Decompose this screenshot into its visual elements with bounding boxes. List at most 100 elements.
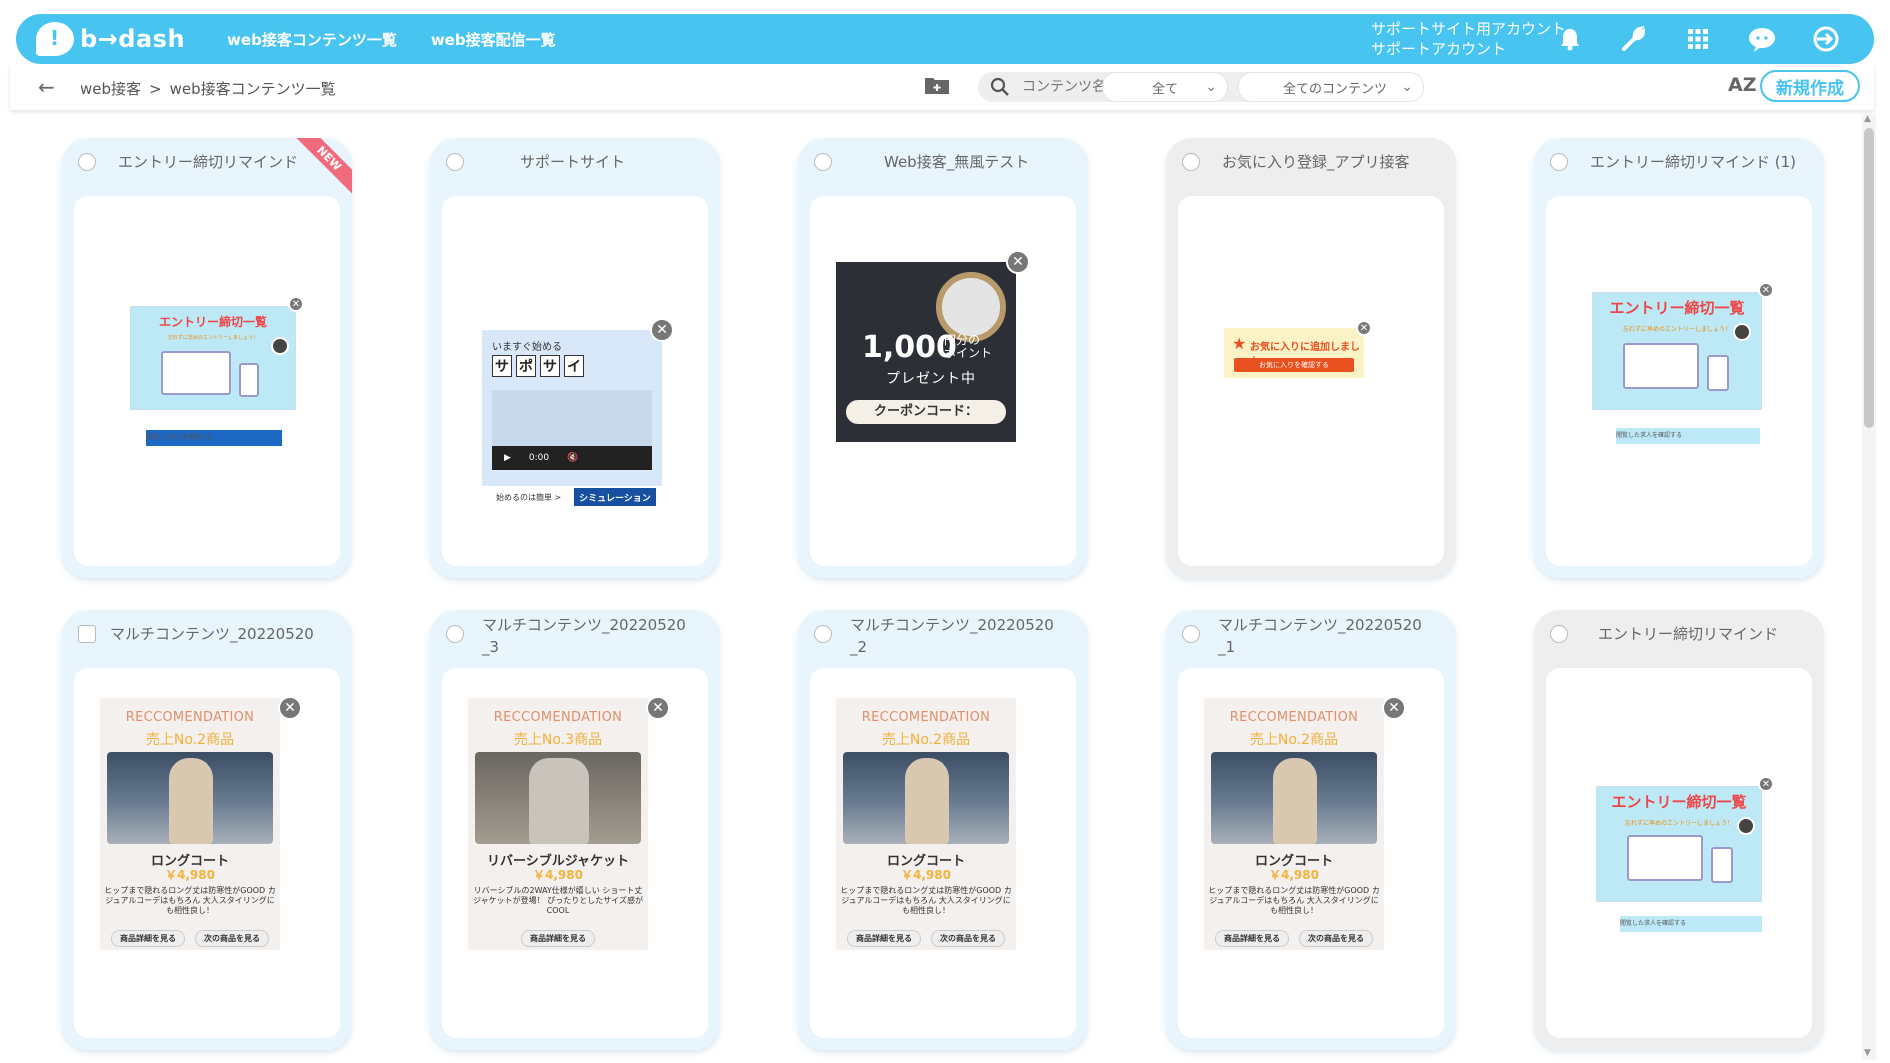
content-preview[interactable]: RECCOMENDATION 売上No.2商品 ロングコート ￥4,980 ヒッ… [810, 668, 1076, 1038]
account-info[interactable]: サポートサイト用アカウント サポートアカウント [1371, 19, 1566, 59]
play-icon: ▶ [504, 453, 511, 463]
close-icon[interactable]: ✕ [1006, 250, 1030, 274]
content-preview[interactable]: 1,000 円分の ポイント プレゼント中 クーポンコード： ✕ [810, 196, 1076, 566]
apps-grid-icon[interactable] [1680, 21, 1716, 57]
multi-content-icon[interactable] [78, 625, 96, 643]
close-icon[interactable]: ✕ [650, 318, 674, 342]
content-card[interactable]: マルチコンテンツ_20220520 RECCOMENDATION 売上No.2商… [62, 610, 352, 1050]
rec-detail-button: 商品詳細を見る [111, 930, 185, 947]
card-checkbox[interactable] [1182, 153, 1200, 171]
sort-az-button[interactable]: AZ [1728, 74, 1756, 96]
content-card[interactable]: マルチコンテンツ_20220520 _1 RECCOMENDATION 売上No.… [1166, 610, 1456, 1050]
content-card[interactable]: お気に入り登録_アプリ接客 ★ お気に入りに追加しました お気に入りを確認する … [1166, 138, 1456, 578]
support-foot-right: シミュレーション [574, 488, 656, 506]
card-checkbox[interactable] [1550, 625, 1568, 643]
card-checkbox[interactable] [814, 153, 832, 171]
add-folder-icon[interactable] [924, 75, 950, 95]
rec-detail-button: 商品詳細を見る [1215, 930, 1289, 947]
breadcrumb-current: web接客コンテンツ一覧 [169, 80, 336, 98]
card-title: Web接客_無風テスト [884, 153, 1030, 171]
close-icon[interactable]: ✕ [1758, 776, 1774, 792]
content-preview[interactable]: エントリー締切一覧 忘れずに早めのエントリーしましょう！ ✕ 閲覧した求人を確認… [1546, 196, 1812, 566]
scroll-up-arrow-icon[interactable]: ▲ [1864, 114, 1871, 124]
close-icon[interactable]: ✕ [1356, 320, 1372, 336]
laptop-illustration [1623, 343, 1699, 389]
card-title: エントリー締切リマインド [1598, 625, 1779, 643]
close-icon[interactable]: ✕ [1758, 282, 1774, 298]
logo[interactable]: b→dash [36, 22, 185, 56]
card-checkbox[interactable] [814, 625, 832, 643]
nav-contents-list[interactable]: web接客コンテンツ一覧 [227, 29, 397, 50]
card-checkbox[interactable] [1182, 625, 1200, 643]
rec-detail-button: 商品詳細を見る [521, 930, 595, 947]
rec-heading: RECCOMENDATION [493, 710, 623, 725]
coupon-present: プレゼント中 [886, 371, 976, 387]
content-preview[interactable]: エントリー締切一覧 忘れずに早めのエントリーしましょう！ ✕ 閲覧した求人を確認… [74, 196, 340, 566]
content-card[interactable]: マルチコンテンツ_20220520 _3 RECCOMENDATION 売上No.… [430, 610, 720, 1050]
card-checkbox[interactable] [446, 153, 464, 171]
nav-delivery-list[interactable]: web接客配信一覧 [431, 29, 556, 50]
content-card[interactable]: エントリー締切リマインド NEW エントリー締切一覧 忘れずに早めのエントリーし… [62, 138, 352, 578]
content-card[interactable]: エントリー締切リマインド (1) エントリー締切一覧 忘れずに早めのエントリーし… [1534, 138, 1824, 578]
wrench-icon[interactable] [1616, 21, 1652, 57]
create-new-button[interactable]: 新規作成 [1760, 70, 1860, 102]
scroll-down-arrow-icon[interactable]: ▼ [1864, 1048, 1871, 1058]
content-preview[interactable]: RECCOMENDATION 売上No.2商品 ロングコート ￥4,980 ヒッ… [74, 668, 340, 1038]
support-char: ポ [516, 355, 536, 377]
close-icon[interactable]: ✕ [278, 696, 302, 720]
favorite-banner-button: お気に入りを確認する [1234, 358, 1354, 372]
card-checkbox[interactable] [446, 625, 464, 643]
close-icon[interactable]: ✕ [646, 696, 670, 720]
product-price: ￥4,980 [165, 868, 215, 882]
product-price: ￥4,980 [1269, 868, 1319, 882]
chat-bubble-icon[interactable] [1744, 21, 1780, 57]
card-checkbox[interactable] [78, 153, 96, 171]
content-preview[interactable]: RECCOMENDATION 売上No.3商品 リバーシブルジャケット ￥4,9… [442, 668, 708, 1038]
search-icon [990, 77, 1009, 96]
card-title: マルチコンテンツ_20220520 _3 [482, 616, 686, 656]
vertical-scrollbar[interactable]: ▲ ▼ [1862, 114, 1876, 1060]
logout-icon[interactable] [1808, 21, 1844, 57]
close-icon[interactable]: ✕ [1382, 696, 1406, 720]
phone-illustration [1707, 355, 1729, 391]
back-arrow-icon[interactable]: ← [38, 75, 55, 99]
card-checkbox[interactable] [1550, 153, 1568, 171]
toolbar: ← web接客>web接客コンテンツ一覧 全て ⌄ 全てのコンテンツ ⌄ AZ … [10, 64, 1874, 110]
logo-icon [36, 22, 74, 56]
coupon-code: クーポンコード： [846, 400, 1006, 424]
card-title: エントリー締切リマインド [118, 153, 299, 171]
content-preview[interactable]: エントリー締切一覧 忘れずに早めのエントリーしましょう！ ✕ 閲覧した求人を確認… [1546, 668, 1812, 1038]
content-preview[interactable]: ★ お気に入りに追加しました お気に入りを確認する ✕ [1178, 196, 1444, 566]
coupon-amount: 1,000 [862, 330, 957, 365]
favorite-banner: ★ お気に入りに追加しました お気に入りを確認する [1224, 328, 1364, 378]
support-banner-top: いますぐ始める [492, 342, 562, 353]
card-title: エントリー締切リマインド (1) [1590, 153, 1797, 171]
product-desc: ヒップまで隠れるロング丈は防寒性がGOOD カジュアルコーデはもちろん 大人スタ… [1208, 886, 1380, 915]
rec-detail-button: 商品詳細を見る [847, 930, 921, 947]
content-card[interactable]: マルチコンテンツ_20220520 _2 RECCOMENDATION 売上No.… [798, 610, 1088, 1050]
bell-icon[interactable] [1552, 21, 1588, 57]
content-card[interactable]: エントリー締切リマインド エントリー締切一覧 忘れずに早めのエントリーしましょう… [1534, 610, 1824, 1050]
card-title: マルチコンテンツ_20220520 _2 [850, 616, 1054, 656]
content-type-filter-value: 全てのコンテンツ [1283, 81, 1388, 97]
content-card[interactable]: サポートサイト いますぐ始める サ ポ サ イ ▶ 0:00 🔇 始めるのは簡単… [430, 138, 720, 578]
logo-text: b→dash [80, 25, 186, 53]
entry-banner-button: 閲覧した求人を確認する [1616, 428, 1760, 444]
entry-banner-title: エントリー締切一覧 [1611, 793, 1747, 811]
content-card[interactable]: Web接客_無風テスト 1,000 円分の ポイント プレゼント中 クーポンコード… [798, 138, 1088, 578]
rec-next-button: 次の商品を見る [931, 930, 1005, 947]
content-preview[interactable]: RECCOMENDATION 売上No.2商品 ロングコート ￥4,980 ヒッ… [1178, 668, 1444, 1038]
content-type-filter-select[interactable]: 全てのコンテンツ ⌄ [1238, 72, 1424, 102]
content-preview[interactable]: いますぐ始める サ ポ サ イ ▶ 0:00 🔇 始めるのは簡単 > シミュレー… [442, 196, 708, 566]
close-icon[interactable]: ✕ [288, 296, 304, 312]
breadcrumb-separator: > [149, 80, 162, 98]
status-filter-select[interactable]: 全て ⌄ [1102, 72, 1228, 102]
recommendation-banner: RECCOMENDATION 売上No.3商品 リバーシブルジャケット ￥4,9… [468, 698, 648, 950]
entry-banner-button: 閲覧した求人を確認する [1620, 916, 1762, 932]
product-desc: ヒップまで隠れるロング丈は防寒性がGOOD カジュアルコーデはもちろん 大人スタ… [840, 886, 1012, 915]
scrollbar-thumb[interactable] [1864, 128, 1874, 428]
product-photo [475, 752, 641, 844]
breadcrumb-root[interactable]: web接客 [80, 80, 141, 98]
product-photo [843, 752, 1009, 844]
coupon-unit: 円分の ポイント [944, 333, 993, 360]
